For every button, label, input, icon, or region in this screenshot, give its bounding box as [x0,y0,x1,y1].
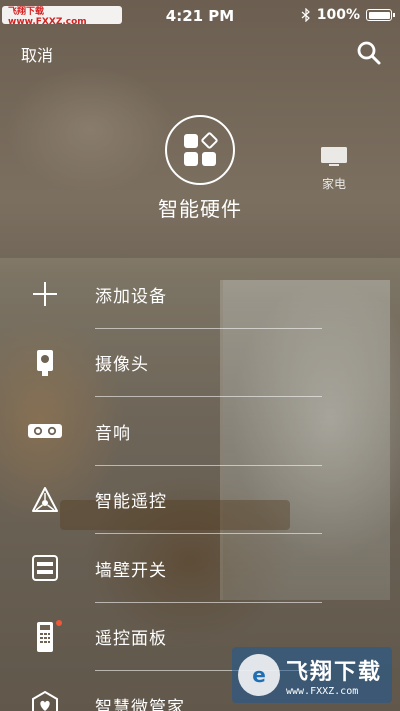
speaker-icon [27,413,63,449]
plus-icon [27,276,63,312]
smart-butler-icon [27,687,63,711]
menu-item-label: 遥控面板 [95,629,167,650]
category-smart-hardware[interactable]: 智能硬件 [140,115,260,222]
category-appliance[interactable]: 家电 [312,146,356,192]
watermark-url: www.FXXZ.com [286,685,359,697]
menu-item-wall-switch[interactable]: 墙壁开关 [0,534,400,603]
status-right: 100% [301,7,395,23]
category-appliance-label: 家电 [321,177,346,191]
smart-hardware-icon [165,115,235,185]
category-hardware-label: 智能硬件 [158,197,242,221]
battery-percent: 100% [316,7,360,23]
watermark: e 飞翔下载 www.FXXZ.com [232,647,392,703]
watermark-logo-icon: e [238,654,280,696]
menu-item-label: 音响 [95,423,131,444]
menu-item-speaker[interactable]: 音响 [0,397,400,466]
menu-item-label: 智慧微管家 [95,697,185,711]
tv-icon [321,147,347,166]
cancel-button[interactable]: 取消 [21,42,53,66]
bluetooth-icon [301,8,310,22]
menu-item-label: 摄像头 [95,355,149,376]
menu-item-label: 添加设备 [95,286,167,307]
menu-item-add-device[interactable]: 添加设备 [0,260,400,329]
remote-panel-icon [27,619,63,655]
search-icon[interactable] [356,40,382,66]
wall-switch-icon [27,550,63,586]
menu-item-camera[interactable]: 摄像头 [0,329,400,397]
watermark-title: 飞翔下载 [286,659,383,685]
camera-icon [27,345,63,381]
smart-remote-icon [27,482,63,518]
device-menu-list: 添加设备 摄像头 音响 智能遥控 墙壁开关 遥控面板 智慧微管家 [0,260,400,711]
status-bar: 飞翔下载 www.FXXZ.com 4:21 PM 100% [0,0,400,32]
menu-item-label: 智能遥控 [95,492,167,513]
menu-item-label: 墙壁开关 [95,560,167,581]
watermark-text: 飞翔下载 www.FXXZ.com [286,654,382,697]
menu-item-smart-remote[interactable]: 智能遥控 [0,466,400,534]
battery-icon [366,9,395,21]
new-badge-dot [56,619,62,626]
